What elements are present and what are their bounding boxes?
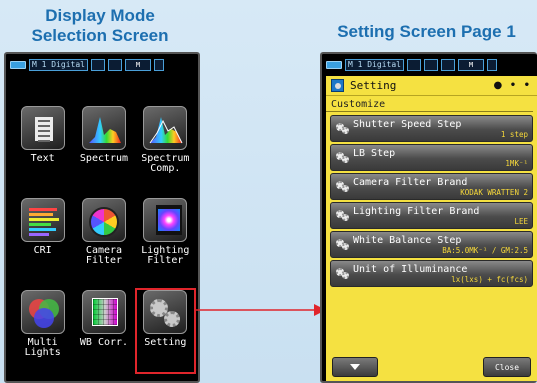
setting-item-name: Shutter Speed Step [353, 119, 462, 130]
page-down-button[interactable] [332, 357, 378, 377]
gear-icon [336, 181, 350, 193]
gear-icon [336, 268, 350, 280]
mode-tile-setting[interactable]: Setting [134, 288, 196, 374]
status-slot [108, 59, 122, 71]
tile-label: Text [30, 153, 55, 164]
setting-item-name: Camera Filter Brand [353, 177, 468, 188]
setting-item-lighting-filter-brand[interactable]: Lighting Filter Brand LEE [330, 202, 533, 229]
gear-icon [336, 239, 350, 251]
setting-item-value: KODAK WRATTEN 2 [460, 188, 528, 197]
setting-item-value: LEE [514, 217, 528, 226]
text-icon [20, 106, 65, 150]
setting-item-unit-of-illuminance[interactable]: Unit of Illuminance lx(lxs) + fc(fcs) [330, 260, 533, 287]
setting-header: Setting ● • • [326, 76, 537, 96]
multi-lights-icon [20, 290, 65, 334]
cri-icon [20, 198, 65, 242]
triangle-down-icon [350, 364, 360, 370]
pointer-arrow [196, 304, 326, 316]
tile-label: Spectrum Comp. [141, 153, 190, 174]
page-title: Setting [350, 79, 397, 92]
status-slot [441, 59, 455, 71]
setting-footer: Close [326, 353, 537, 381]
wb-corr-icon [81, 290, 126, 334]
mode-tile-cri[interactable]: CRI [12, 196, 73, 282]
setting-icon [143, 290, 188, 334]
status-slot [154, 59, 164, 71]
status-slot [487, 59, 497, 71]
status-slot [407, 59, 421, 71]
setting-item-camera-filter-brand[interactable]: Camera Filter Brand KODAK WRATTEN 2 [330, 173, 533, 200]
mode-tile-spectrum[interactable]: Spectrum [73, 104, 134, 190]
tile-label: Spectrum [79, 153, 129, 164]
setting-item-value: lx(lxs) + fc(fcs) [451, 275, 528, 284]
mode-tile-camera-filter[interactable]: Camera Filter [73, 196, 134, 282]
setting-gear-icon [331, 79, 344, 92]
camera-filter-icon [81, 198, 126, 242]
page-indicator: ● • • [493, 80, 532, 91]
status-mode: M 1 Digital [29, 59, 88, 71]
battery-icon [326, 61, 342, 69]
mode-tile-text[interactable]: Text [12, 104, 73, 190]
display-mode-screen: M 1 Digital M Text Spectrum Spectrum Com… [4, 52, 200, 383]
status-slot [91, 59, 105, 71]
status-memory: M [125, 59, 151, 71]
caption-setting-screen: Setting Screen Page 1 [337, 22, 516, 41]
mode-tile-wb-corr[interactable]: WB Corr. [73, 288, 134, 374]
section-customize: Customize [326, 96, 533, 112]
tile-label: Setting [144, 337, 187, 348]
tile-label: WB Corr. [79, 337, 129, 348]
tile-label: Lighting Filter [141, 245, 190, 266]
setting-item-white-balance-step[interactable]: White Balance Step BA:5.0MK⁻¹ / GM:2.5 [330, 231, 533, 258]
setting-item-value: 1 step [500, 130, 528, 139]
tile-label: Multi Lights [24, 337, 61, 358]
mode-tile-multi-lights[interactable]: Multi Lights [12, 288, 73, 374]
setting-panel: Setting ● • • Customize Shutter Speed St… [326, 76, 537, 381]
mode-tile-spectrum-comp[interactable]: Spectrum Comp. [135, 104, 196, 190]
setting-item-name: Lighting Filter Brand [353, 206, 480, 217]
setting-item-name: White Balance Step [353, 235, 462, 246]
status-memory: M [458, 59, 484, 71]
spectrum-comp-icon [143, 106, 188, 150]
setting-item-name: Unit of Illuminance [353, 264, 468, 275]
spectrum-icon [81, 106, 126, 150]
setting-item-shutter-speed-step[interactable]: Shutter Speed Step 1 step [330, 115, 533, 142]
status-mode: M 1 Digital [345, 59, 404, 71]
setting-item-lb-step[interactable]: LB Step 1MK⁻¹ [330, 144, 533, 171]
mode-grid: Text Spectrum Spectrum Comp. CRI Camera … [12, 104, 196, 374]
status-slot [424, 59, 438, 71]
gear-icon [336, 152, 350, 164]
gear-icon [336, 210, 350, 222]
gear-icon [336, 123, 350, 135]
battery-icon [10, 61, 26, 69]
status-bar: M 1 Digital M [326, 58, 533, 72]
caption-display-mode: Display Mode Selection Screen [31, 6, 169, 45]
setting-item-name: LB Step [353, 148, 396, 159]
lighting-filter-icon [143, 198, 188, 242]
setting-item-value: 1MK⁻¹ [505, 159, 528, 168]
setting-item-value: BA:5.0MK⁻¹ / GM:2.5 [442, 246, 528, 255]
mode-tile-lighting-filter[interactable]: Lighting Filter [135, 196, 196, 282]
setting-screen: M 1 Digital M Setting ● • • Customize Sh… [320, 52, 537, 383]
setting-list: Shutter Speed Step 1 step LB Step 1MK⁻¹ … [326, 112, 537, 287]
close-button[interactable]: Close [483, 357, 531, 377]
tile-label: Camera Filter [85, 245, 123, 266]
tile-label: CRI [33, 245, 52, 256]
status-bar: M 1 Digital M [10, 58, 194, 72]
